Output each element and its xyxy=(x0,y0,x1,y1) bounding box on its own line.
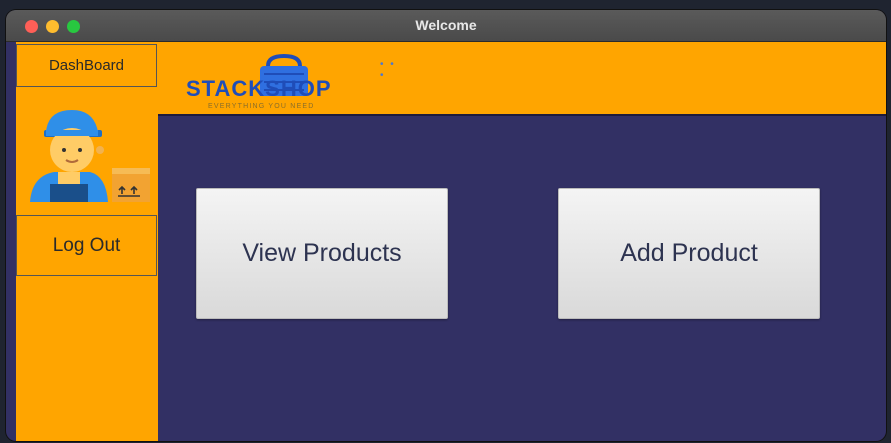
header-bar: STACKSHOP EVERYTHING YOU NEED • • • xyxy=(158,42,886,116)
delivery-worker-avatar-icon xyxy=(30,110,150,202)
view-products-button[interactable]: View Products xyxy=(196,188,448,319)
avatar xyxy=(16,88,157,214)
logo-dots: • • • xyxy=(380,59,396,81)
app-window: Welcome DashBoard Log Out STACKSHOP EVER… xyxy=(6,10,886,441)
logo-wordmark: STACKSHOP xyxy=(186,76,332,101)
stackshop-logo: STACKSHOP EVERYTHING YOU NEED • • • xyxy=(182,42,402,114)
dashboard-button[interactable]: DashBoard xyxy=(16,44,157,87)
sidebar: DashBoard Log Out xyxy=(16,42,158,441)
logout-button[interactable]: Log Out xyxy=(16,215,157,276)
window-title: Welcome xyxy=(415,17,477,33)
title-bar[interactable]: Welcome xyxy=(6,10,886,42)
add-product-button[interactable]: Add Product xyxy=(558,188,820,319)
logo-tagline: EVERYTHING YOU NEED xyxy=(208,103,315,110)
